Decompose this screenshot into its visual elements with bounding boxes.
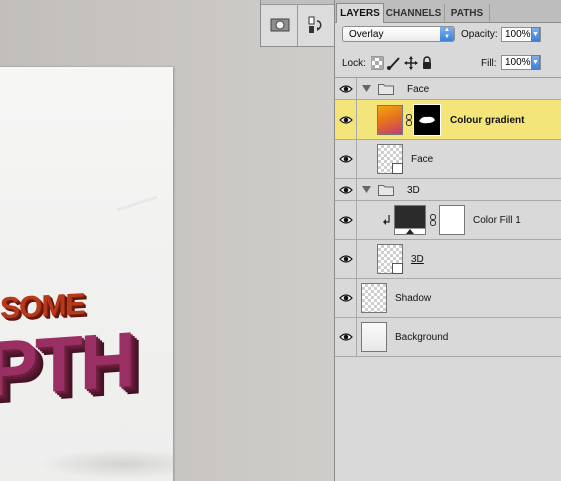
lock-position-move-icon[interactable]: [404, 56, 418, 70]
fill-color-thumbnail[interactable]: [394, 205, 426, 235]
fill-indicator-icon: [406, 229, 414, 234]
layer-name: Background: [395, 332, 449, 343]
eye-icon: [338, 155, 353, 163]
layer-name: 3D: [411, 254, 424, 265]
layer-mask-thumbnail[interactable]: [439, 205, 465, 235]
eye-icon: [338, 216, 353, 224]
tab-layers[interactable]: LAYERS: [336, 3, 384, 23]
fill-label: Fill:: [481, 58, 497, 69]
mask-shape: [419, 116, 435, 124]
layer-row-face-smart-object[interactable]: Face: [335, 140, 561, 179]
visibility-toggle[interactable]: [335, 78, 357, 99]
eye-icon: [338, 255, 353, 263]
toolbar-fragment: [260, 0, 335, 47]
document-canvas-area[interactable]: SOME PTH: [0, 0, 334, 481]
tab-paths[interactable]: PATHS: [445, 4, 490, 22]
layer-row-face-group[interactable]: Face: [335, 78, 561, 100]
chain-link-icon[interactable]: [406, 114, 412, 126]
layer-thumbnail-transparent: [377, 244, 403, 274]
toolbar-divider: [297, 4, 298, 46]
visibility-toggle[interactable]: [335, 279, 357, 317]
opacity-label: Opacity:: [461, 29, 498, 40]
layer-name: Shadow: [395, 293, 432, 304]
layer-thumbnail-transparent: [377, 144, 403, 174]
layer-row-shadow[interactable]: Shadow: [335, 279, 561, 318]
panel-tab-bar: LAYERS CHANNELS PATHS: [335, 0, 561, 23]
layer-thumbnail-background: [361, 322, 387, 352]
layer-name: Colour gradient: [450, 115, 525, 126]
layer-name: Face: [411, 154, 434, 165]
lock-label: Lock:: [342, 58, 366, 69]
artwork-shadow: [38, 449, 173, 479]
smart-object-badge-icon: [392, 163, 403, 174]
visibility-toggle[interactable]: [335, 318, 357, 356]
eye-icon: [338, 84, 353, 93]
document-page[interactable]: SOME PTH: [0, 67, 173, 481]
opacity-dropdown-button[interactable]: ▼: [531, 27, 540, 42]
disclosure-triangle-expanded-icon[interactable]: [362, 186, 371, 194]
clipping-arrow-icon: [383, 215, 390, 225]
layer-name: Face: [407, 84, 430, 95]
folder-icon: [378, 185, 394, 196]
visibility-toggle[interactable]: [335, 179, 357, 200]
tab-channels[interactable]: CHANNELS: [383, 4, 445, 22]
fill-dropdown-button[interactable]: ▼: [531, 55, 540, 70]
adjust-arrows-icon: [308, 16, 322, 33]
layer-name: 3D: [407, 185, 420, 196]
lock-transparency-icon[interactable]: [370, 56, 384, 70]
visibility-toggle[interactable]: [335, 240, 357, 278]
layer-row-3d-smart-object[interactable]: 3D: [335, 240, 561, 279]
smart-object-badge-icon: [392, 263, 403, 274]
lock-all-padlock-icon[interactable]: [423, 56, 431, 69]
layer-thumbnail-gradient: [377, 105, 403, 135]
folder-icon: [378, 84, 394, 95]
layer-thumbnail-transparent: [361, 283, 387, 313]
layer-mask-thumbnail[interactable]: [413, 104, 441, 136]
mask-icon: [270, 18, 290, 32]
lock-pixels-brush-icon[interactable]: [387, 57, 400, 70]
toolbar-strip: [261, 0, 335, 5]
chain-link-icon[interactable]: [430, 214, 436, 226]
layer-row-3d-group[interactable]: 3D: [335, 179, 561, 201]
blend-mode-select[interactable]: Overlay ▲ ▼: [342, 26, 455, 42]
visibility-toggle[interactable]: [335, 140, 357, 178]
layer-row-colour-gradient[interactable]: Colour gradient: [335, 100, 561, 140]
blend-mode-value: Overlay: [349, 28, 384, 40]
layer-row-color-fill-1[interactable]: Color Fill 1: [335, 201, 561, 240]
visibility-toggle[interactable]: [335, 201, 357, 239]
eye-icon: [338, 333, 353, 341]
artwork-text-line-2: PTH: [0, 314, 133, 414]
disclosure-triangle-expanded-icon[interactable]: [362, 85, 371, 93]
add-mask-button[interactable]: [267, 12, 293, 38]
visibility-toggle[interactable]: [335, 100, 357, 139]
eye-icon: [338, 185, 353, 194]
layer-row-background[interactable]: Background: [335, 318, 561, 357]
layers-panel: LAYERS CHANNELS PATHS Overlay ▲ ▼ Opacity…: [334, 0, 561, 481]
adjustment-button[interactable]: [303, 12, 329, 38]
updown-arrows-icon: ▲ ▼: [440, 27, 454, 41]
layer-name: Color Fill 1: [473, 215, 521, 226]
eye-icon: [338, 294, 353, 302]
lock-options: [370, 56, 433, 70]
artwork-sliver: [116, 195, 158, 212]
eye-icon: [338, 115, 353, 124]
